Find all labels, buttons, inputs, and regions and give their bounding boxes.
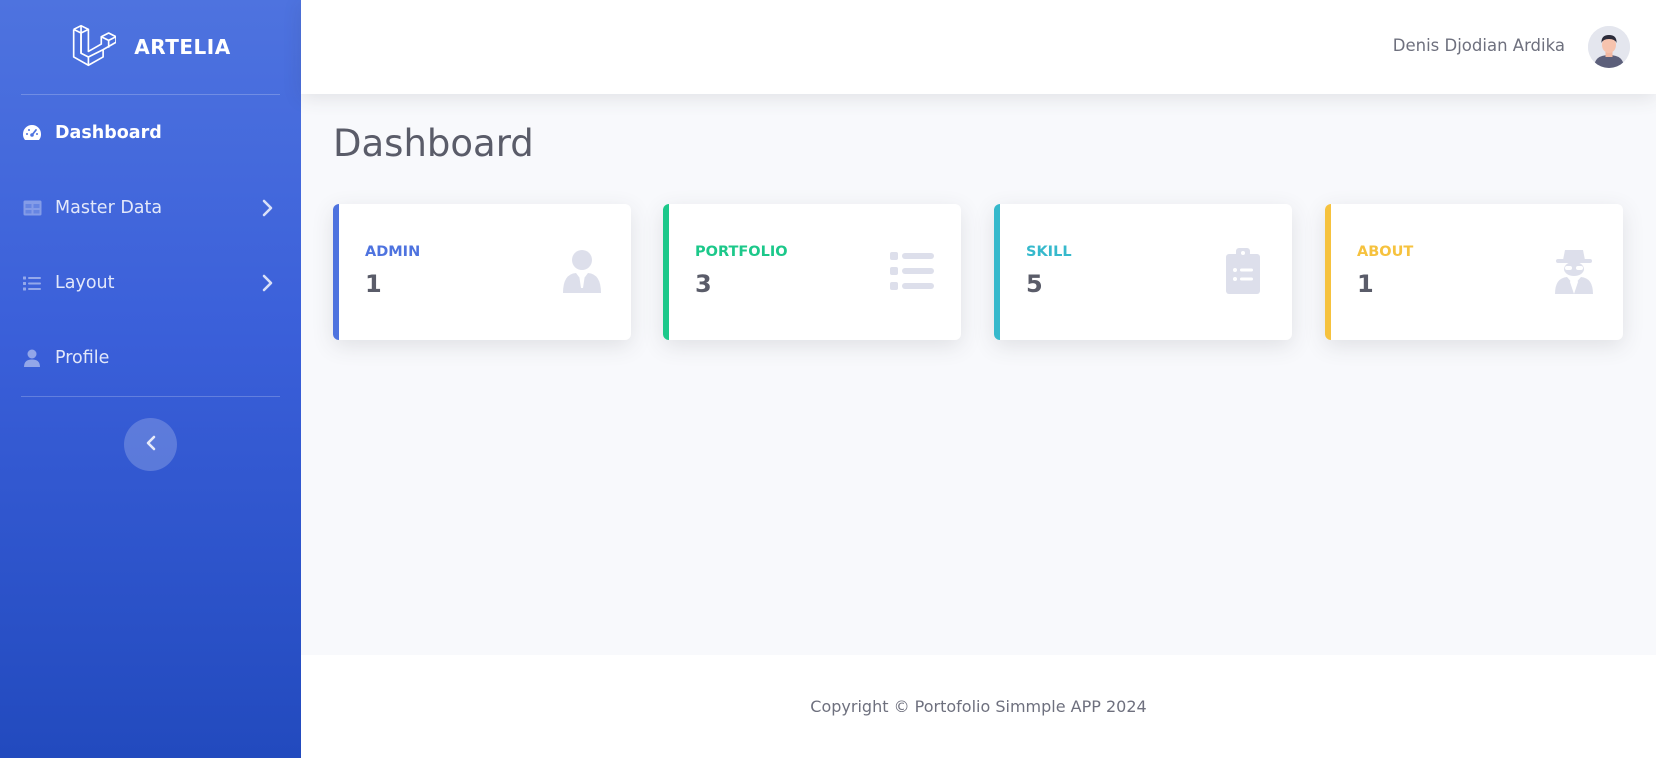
user-secret-icon — [1551, 248, 1597, 294]
sidebar-item-dashboard[interactable]: Dashboard — [0, 104, 301, 162]
list-icon — [889, 248, 935, 294]
user-icon — [22, 348, 42, 368]
clipboard-list-icon — [1220, 248, 1266, 294]
card-accent — [663, 204, 669, 340]
sidebar-item-label: Master Data — [55, 198, 163, 218]
sidebar-item-label: Layout — [55, 273, 115, 293]
user-tie-icon — [559, 248, 605, 294]
stat-card-portfolio: PORTFOLIO 3 — [663, 204, 961, 340]
list-icon — [22, 273, 42, 293]
chevron-right-icon — [261, 274, 275, 292]
card-label: SKILL — [1026, 244, 1072, 260]
card-accent — [1325, 204, 1331, 340]
sidebar-divider — [21, 94, 280, 95]
card-label: ADMIN — [365, 244, 421, 260]
stat-card-about: ABOUT 1 — [1325, 204, 1623, 340]
sidebar-item-label: Dashboard — [55, 123, 162, 143]
sidebar-item-layout[interactable]: Layout — [0, 254, 301, 312]
table-icon — [22, 198, 42, 218]
topbar: Denis Djodian Ardika — [301, 0, 1656, 94]
card-accent — [994, 204, 1000, 340]
sidebar-divider — [21, 396, 280, 397]
sidebar: ARTELIA Dashboard Master Data Layout Pro… — [0, 0, 301, 758]
page-title: Dashboard — [333, 122, 534, 165]
sidebar-item-master-data[interactable]: Master Data — [0, 179, 301, 237]
card-label: ABOUT — [1357, 244, 1414, 260]
footer: Copyright © Portofolio Simmple APP 2024 — [301, 655, 1656, 758]
avatar[interactable] — [1588, 26, 1630, 68]
chevron-left-icon — [144, 434, 158, 456]
stat-card-skill: SKILL 5 — [994, 204, 1292, 340]
card-accent — [333, 204, 339, 340]
user-name[interactable]: Denis Djodian Ardika — [1393, 36, 1565, 55]
tachometer-icon — [22, 123, 42, 143]
copyright-text: Copyright © Portofolio Simmple APP 2024 — [810, 697, 1147, 716]
card-value: 5 — [1026, 270, 1043, 298]
chevron-right-icon — [261, 199, 275, 217]
sidebar-item-label: Profile — [55, 348, 110, 368]
card-value: 1 — [365, 270, 382, 298]
card-value: 1 — [1357, 270, 1374, 298]
card-label: PORTFOLIO — [695, 244, 788, 260]
card-value: 3 — [695, 270, 712, 298]
sidebar-item-profile[interactable]: Profile — [0, 329, 301, 387]
brand-name: ARTELIA — [134, 35, 231, 59]
brand[interactable]: ARTELIA — [0, 0, 301, 94]
laravel-logo-icon — [70, 22, 118, 72]
stat-card-admin: ADMIN 1 — [333, 204, 631, 340]
sidebar-toggle-button[interactable] — [124, 418, 177, 471]
